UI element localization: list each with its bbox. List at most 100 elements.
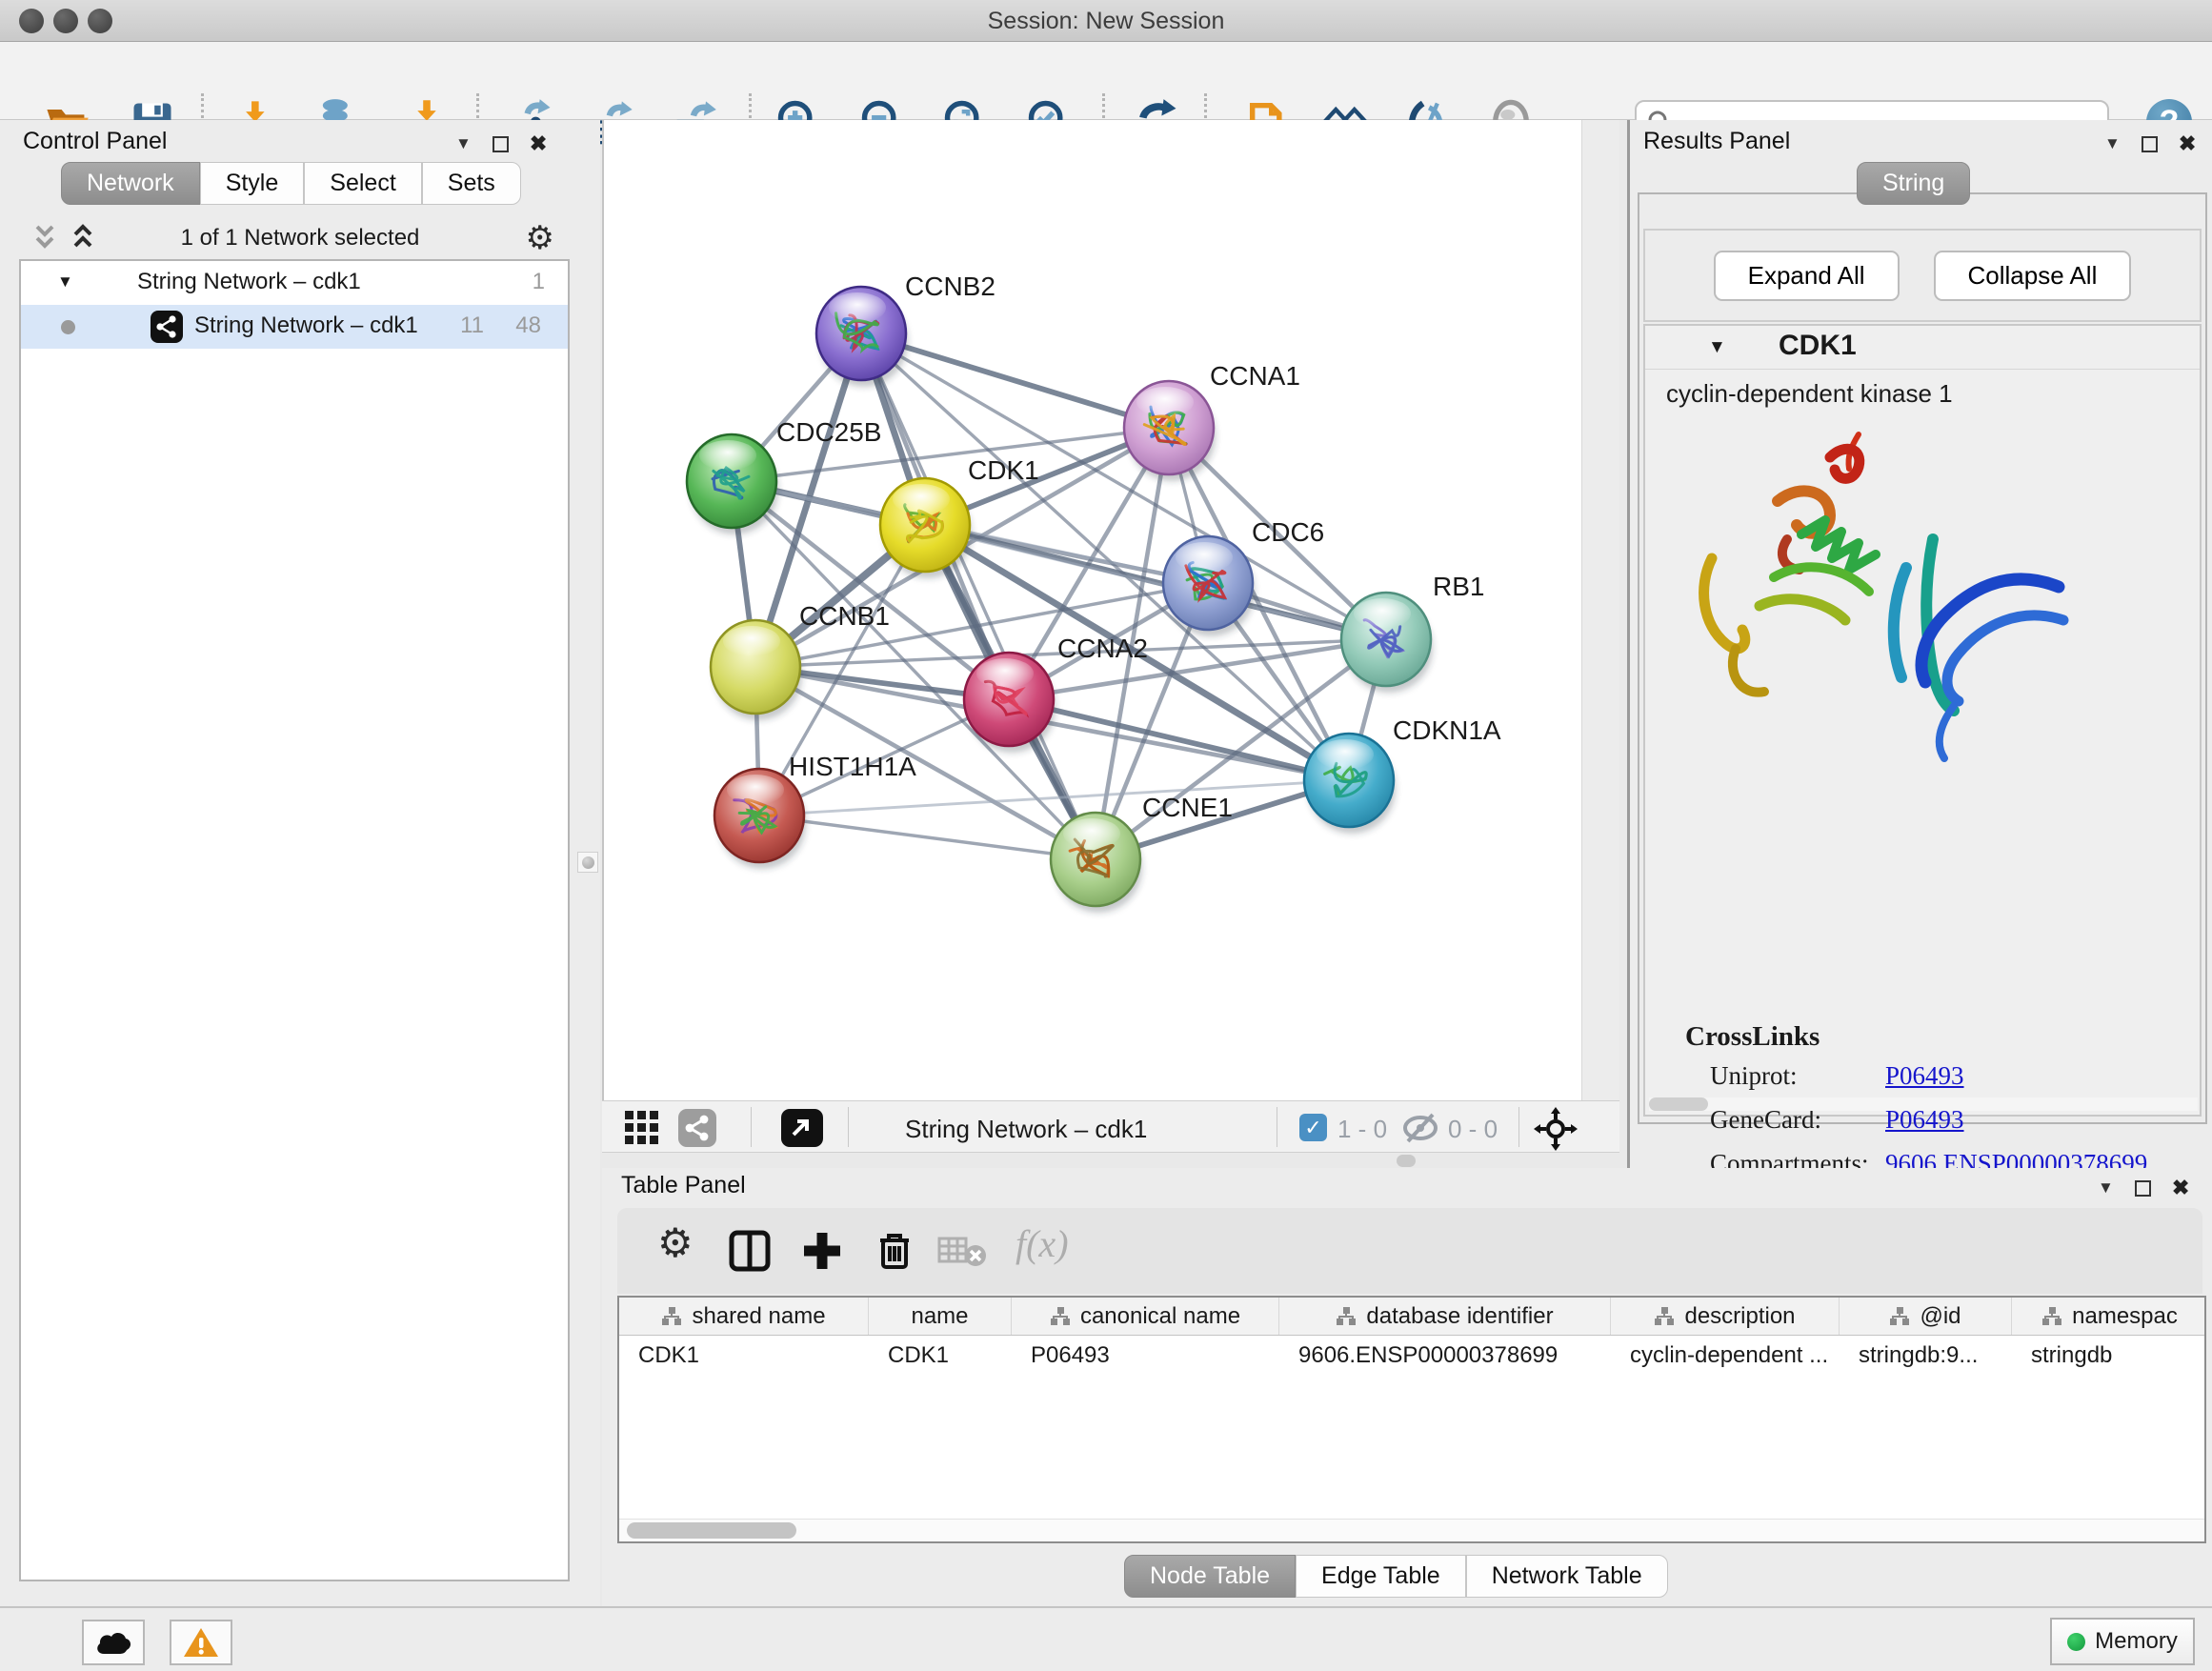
tab-network-table[interactable]: Network Table (1466, 1555, 1668, 1598)
table-panel-title: Table Panel (621, 1172, 746, 1199)
column-header-canonical-name[interactable]: canonical name (1012, 1298, 1279, 1335)
delete-table-icon[interactable] (937, 1235, 987, 1269)
left-splitter-handle[interactable] (577, 852, 598, 873)
network-canvas[interactable]: CCNB2CCNA1CDC25BCDK1CDC6RB1CCNB1CCNA2CDK… (602, 120, 1581, 1100)
tab-edge-table[interactable]: Edge Table (1296, 1555, 1466, 1598)
string-network-graph[interactable]: CCNB2CCNA1CDC25BCDK1CDC6RB1CCNB1CCNA2CDK… (604, 120, 1583, 1100)
crosshair-icon[interactable] (1534, 1107, 1578, 1151)
table-horizontal-scrollbar[interactable] (619, 1519, 2204, 1541)
table-cell[interactable]: stringdb (2012, 1336, 2206, 1376)
table-toolbar: ⚙ f(x) (617, 1208, 2202, 1294)
table-cell[interactable]: CDK1 (869, 1336, 1012, 1376)
table-cell[interactable]: 9606.ENSP00000378699 (1279, 1336, 1611, 1376)
close-panel-icon[interactable]: ✖ (530, 131, 547, 156)
expand-all-button[interactable]: Expand All (1714, 251, 1900, 301)
column-header--id[interactable]: @id (1840, 1298, 2012, 1335)
node-label-RB1: RB1 (1433, 572, 1484, 601)
network-side-strip (1581, 120, 1619, 1100)
main-toolbar: ? (0, 42, 2212, 120)
network-row[interactable]: String Network – cdk1 11 48 (21, 305, 568, 349)
network-collection-label: String Network – cdk1 (137, 269, 361, 295)
string-style-icon[interactable] (678, 1109, 716, 1147)
node-CCNB1[interactable] (711, 620, 802, 720)
column-header-namespac[interactable]: namespac (2012, 1298, 2206, 1335)
column-header-shared-name[interactable]: shared name (619, 1298, 869, 1335)
collapse-all-button[interactable]: Collapse All (1934, 251, 2132, 301)
table-panel: Table Panel ▼ ✖ ⚙ f(x) shared namenameca… (602, 1168, 2212, 1606)
float-panel-icon[interactable]: ▼ (455, 134, 472, 153)
maximize-panel-icon[interactable] (2135, 1180, 2151, 1197)
node-table: shared namenamecanonical namedatabase id… (617, 1296, 2206, 1543)
title-bar: Session: New Session (0, 0, 2212, 42)
node-CDC25B[interactable] (687, 434, 778, 534)
table-options-gear-icon[interactable]: ⚙ (657, 1219, 694, 1266)
table-type-tabs: Node TableEdge TableNetwork Table (1124, 1555, 1668, 1598)
cloud-icon (94, 1629, 132, 1656)
hidden-eye-icon[interactable] (1400, 1113, 1440, 1143)
tab-network[interactable]: Network (61, 162, 200, 205)
network-collection-row[interactable]: ▼ String Network – cdk1 1 (21, 261, 568, 305)
table-row[interactable]: CDK1CDK1P064939606.ENSP00000378699cyclin… (619, 1336, 2204, 1376)
maximize-panel-icon[interactable] (493, 136, 509, 152)
table-cell[interactable]: cyclin-dependent ... (1611, 1336, 1840, 1376)
selected-count-checkbox[interactable]: ✓ (1299, 1114, 1327, 1141)
float-panel-icon[interactable]: ▼ (2104, 134, 2121, 153)
control-panel-tabs: NetworkStyleSelectSets (61, 162, 521, 205)
close-panel-icon[interactable]: ✖ (2179, 131, 2196, 156)
network-view-title: String Network – cdk1 (905, 1115, 1147, 1144)
gene-section-header[interactable]: ▼ CDK1 (1645, 326, 2200, 370)
close-panel-icon[interactable]: ✖ (2172, 1176, 2189, 1200)
node-label-CCNB2: CCNB2 (905, 272, 995, 301)
node-label-CCNA2: CCNA2 (1057, 634, 1148, 663)
node-HIST1H1A[interactable] (714, 769, 806, 869)
node-label-CCNE1: CCNE1 (1142, 793, 1233, 822)
tab-select[interactable]: Select (304, 162, 421, 205)
node-CCNA1[interactable] (1124, 381, 1216, 481)
node-RB1[interactable] (1341, 593, 1433, 693)
node-label-CCNB1: CCNB1 (799, 601, 890, 631)
network-options-gear-icon[interactable]: ⚙ (526, 219, 554, 257)
horizontal-splitter-handle[interactable] (1397, 1155, 1416, 1167)
cloud-button[interactable] (82, 1620, 145, 1665)
birds-eye-view-icon[interactable] (623, 1109, 661, 1147)
column-header-name[interactable]: name (869, 1298, 1012, 1335)
network-status-dot (61, 320, 75, 334)
footer-separator (751, 1107, 752, 1147)
node-label-CDK1: CDK1 (968, 455, 1039, 485)
results-panel-title: Results Panel (1643, 128, 1790, 155)
table-cell[interactable]: P06493 (1012, 1336, 1279, 1376)
float-panel-icon[interactable]: ▼ (2098, 1178, 2114, 1198)
node-count: 11 (460, 312, 484, 339)
tab-style[interactable]: Style (200, 162, 305, 205)
tab-node-table[interactable]: Node Table (1124, 1555, 1296, 1598)
create-column-icon[interactable] (800, 1229, 844, 1273)
network-label: String Network – cdk1 (194, 312, 418, 339)
section-collapse-icon[interactable]: ▼ (1708, 337, 1726, 358)
section-scrollbar[interactable] (1649, 1097, 2198, 1111)
network-list: ▼ String Network – cdk1 1 String Network… (19, 259, 570, 1581)
tab-string[interactable]: String (1857, 162, 1970, 205)
warning-icon (182, 1626, 220, 1659)
table-cell[interactable]: CDK1 (619, 1336, 869, 1376)
node-CDK1[interactable] (880, 478, 972, 578)
show-columns-icon[interactable] (728, 1229, 772, 1273)
column-header-description[interactable]: description (1611, 1298, 1840, 1335)
table-cell[interactable]: stringdb:9... (1840, 1336, 2012, 1376)
memory-status-dot (2067, 1633, 2085, 1651)
warnings-button[interactable] (170, 1620, 232, 1665)
status-bar: Memory (0, 1606, 2212, 1671)
function-builder-icon[interactable]: f(x) (1016, 1221, 1069, 1266)
crosslink-value-link[interactable]: P06493 (1885, 1061, 1964, 1091)
node-CDKN1A[interactable] (1304, 734, 1396, 834)
control-panel: Control Panel ▼ ✖ NetworkStyleSelectSets… (0, 120, 600, 1606)
control-panel-title: Control Panel (23, 128, 167, 155)
open-in-window-icon[interactable] (781, 1109, 823, 1147)
node-CCNE1[interactable] (1051, 813, 1142, 913)
column-header-database-identifier[interactable]: database identifier (1279, 1298, 1611, 1335)
tab-sets[interactable]: Sets (422, 162, 521, 205)
edge-HIST1H1A-CCNE1[interactable] (759, 815, 1096, 859)
maximize-panel-icon[interactable] (2142, 136, 2158, 152)
tree-expand-icon[interactable]: ▼ (57, 272, 73, 292)
delete-column-icon[interactable] (873, 1229, 916, 1273)
memory-button[interactable]: Memory (2050, 1618, 2195, 1665)
